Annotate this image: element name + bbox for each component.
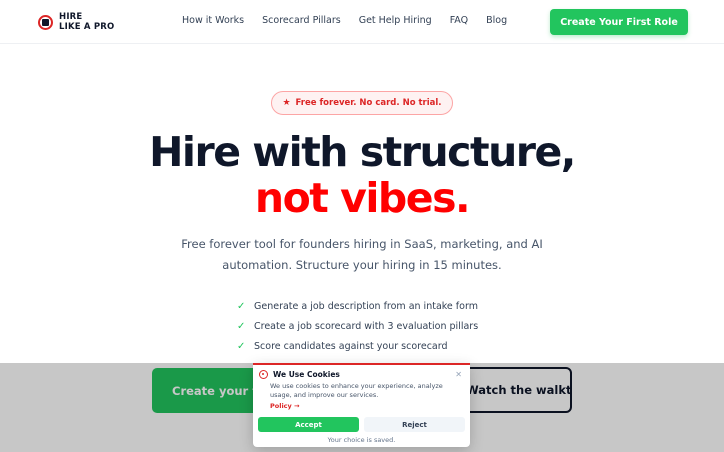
nav-scorecard-pillars[interactable]: Scorecard Pillars	[262, 15, 341, 26]
close-icon[interactable]: ✕	[455, 370, 462, 379]
nav-blog[interactable]: Blog	[486, 15, 507, 26]
create-first-role-button[interactable]: Create Your First Role	[550, 9, 688, 35]
check-icon: ✓	[237, 300, 246, 312]
cookie-description: We use cookies to enhance your experienc…	[270, 382, 443, 399]
hero-title-line-2: not vibes.	[254, 174, 471, 222]
hero-subtitle: Free forever tool for founders hiring in…	[181, 237, 543, 272]
top-header: HIRE LIKE A PRO How it Works Scorecard P…	[0, 0, 724, 44]
logo-line-2: LIKE A PRO	[59, 22, 115, 32]
feature-item: ✓ Score candidates against your scorecar…	[237, 336, 478, 356]
reject-cookies-button[interactable]: Reject	[364, 417, 465, 432]
cookie-title: We Use Cookies	[259, 370, 340, 379]
cookie-icon	[259, 370, 268, 379]
free-forever-badge: ★ Free forever. No card. No trial.	[271, 91, 453, 115]
feature-text: Create a job scorecard with 3 evaluation…	[254, 320, 479, 332]
feature-text: Generate a job description from an intak…	[254, 300, 478, 312]
nav-faq[interactable]: FAQ	[450, 15, 468, 26]
logo-icon	[38, 14, 53, 30]
check-icon: ✓	[237, 340, 246, 352]
logo[interactable]: HIRE LIKE A PRO	[38, 12, 114, 32]
cookie-title-text: We Use Cookies	[273, 370, 340, 379]
badge-text: Free forever. No card. No trial.	[295, 98, 442, 108]
main-nav: How it Works Scorecard Pillars Get Help …	[182, 15, 507, 26]
hero-title-line-1: Hire with structure,	[149, 128, 576, 176]
accept-cookies-button[interactable]: Accept	[258, 417, 359, 432]
feature-item: ✓ Create a job scorecard with 3 evaluati…	[237, 316, 478, 336]
feature-checklist: ✓ Generate a job description from an int…	[237, 296, 478, 356]
cookie-consent-dialog: We Use Cookies ✕ We use cookies to enhan…	[253, 363, 470, 447]
cookie-saved-note: Your choice is saved.	[327, 436, 396, 444]
nav-how-it-works[interactable]: How it Works	[182, 15, 244, 26]
logo-text: HIRE LIKE A PRO	[59, 12, 114, 32]
nav-get-help-hiring[interactable]: Get Help Hiring	[359, 15, 432, 26]
check-icon: ✓	[237, 320, 246, 332]
logo-line-1: HIRE	[59, 12, 83, 22]
cookie-policy-link[interactable]: Policy →	[270, 402, 300, 410]
star-icon: ★	[282, 98, 291, 108]
feature-text: Score candidates against your scorecard	[254, 340, 448, 352]
feature-item: ✓ Generate a job description from an int…	[237, 296, 478, 316]
